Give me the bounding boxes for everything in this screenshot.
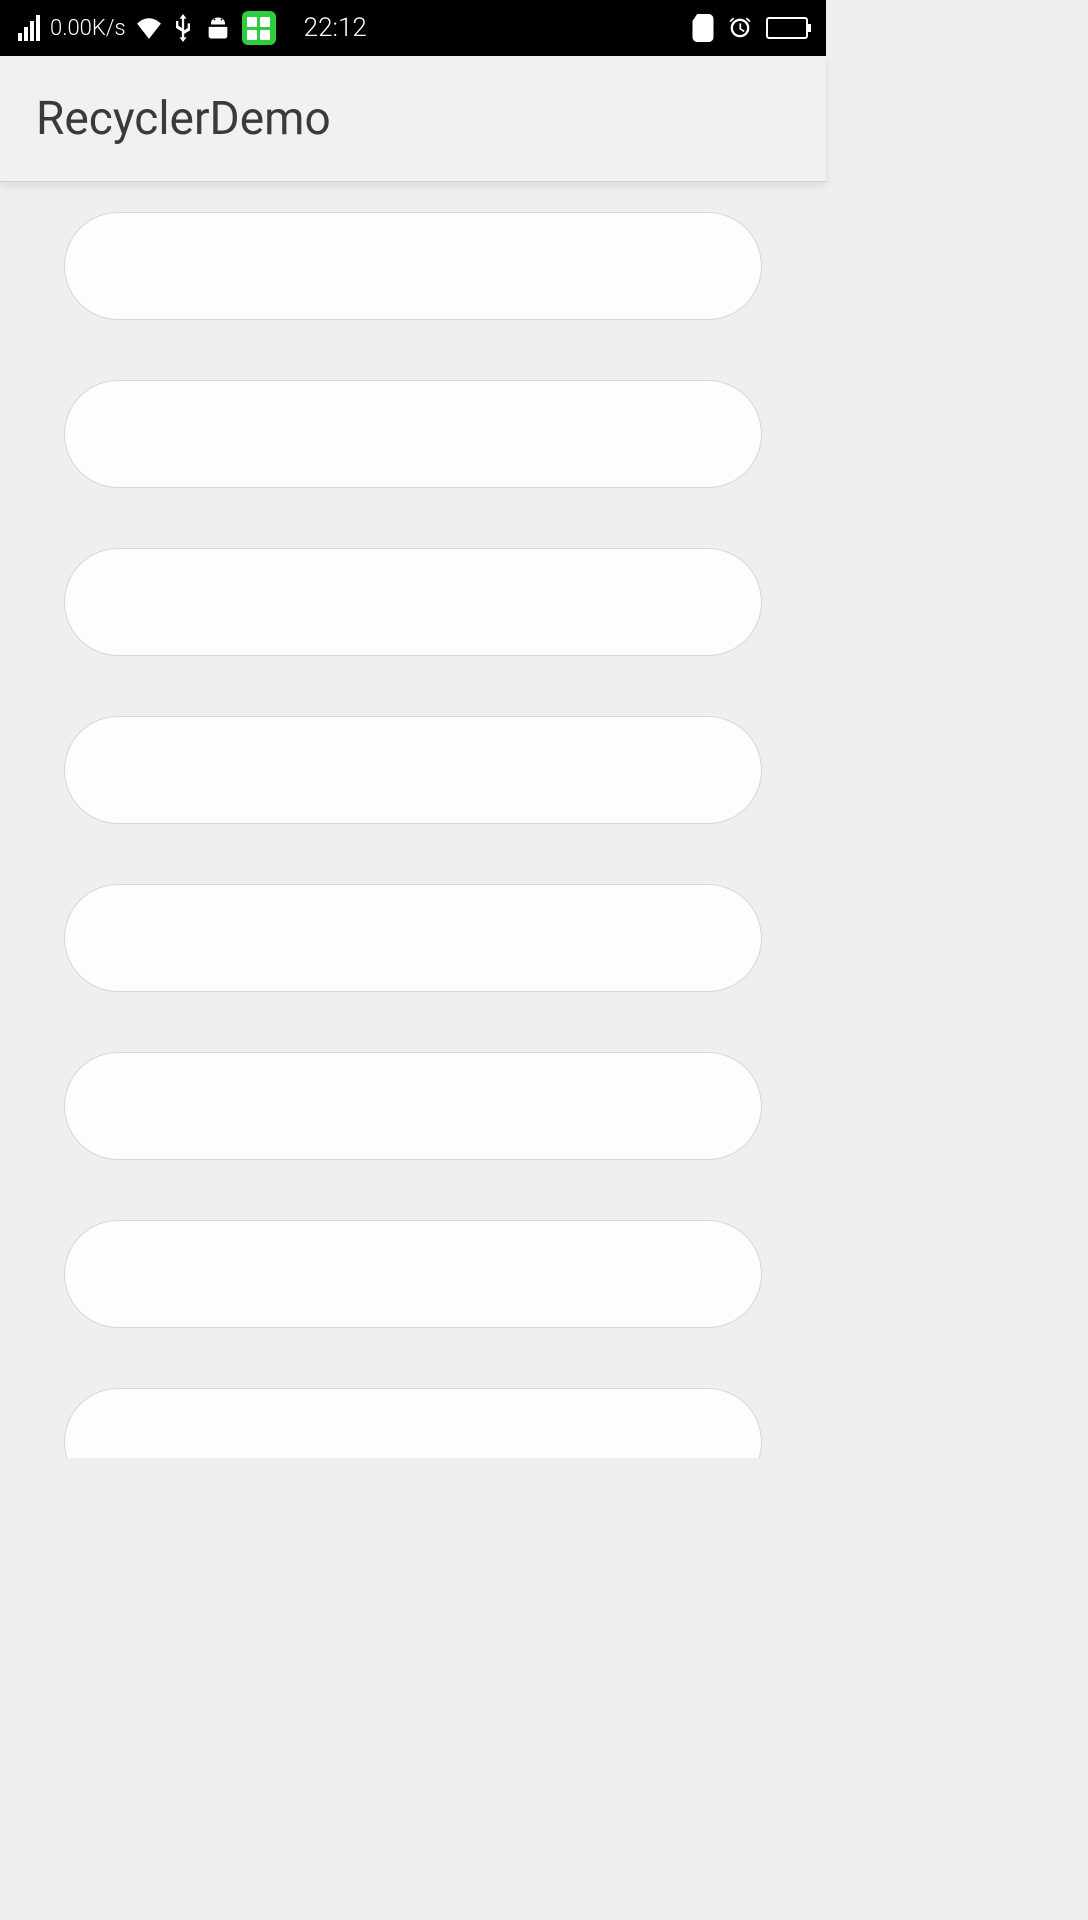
clock: 22:12 [304,13,367,43]
app-bar: RecyclerDemo [0,56,826,182]
alarm-icon [726,14,754,42]
list-item[interactable] [64,548,762,656]
sim-card-icon [692,14,714,42]
network-speed: 0.00K/s [50,16,126,41]
android-debug-icon [204,14,232,42]
list-item[interactable] [64,1220,762,1328]
list-item[interactable] [64,212,762,320]
app-bar-title: RecyclerDemo [36,92,331,146]
apps-tile-icon [242,11,276,45]
usb-icon [172,14,194,42]
list-item[interactable] [64,1388,762,1458]
status-bar-left: 0.00K/s 22:12 [18,11,367,45]
status-bar: 0.00K/s 22:12 [0,0,826,56]
list-item[interactable] [64,1052,762,1160]
list-item[interactable] [64,716,762,824]
cell-signal-icon [18,15,40,41]
list-item[interactable] [64,884,762,992]
list-item[interactable] [64,380,762,488]
recycler-list[interactable] [0,182,826,1458]
wifi-icon [136,17,162,39]
status-bar-right [692,14,808,42]
battery-icon [766,17,808,39]
